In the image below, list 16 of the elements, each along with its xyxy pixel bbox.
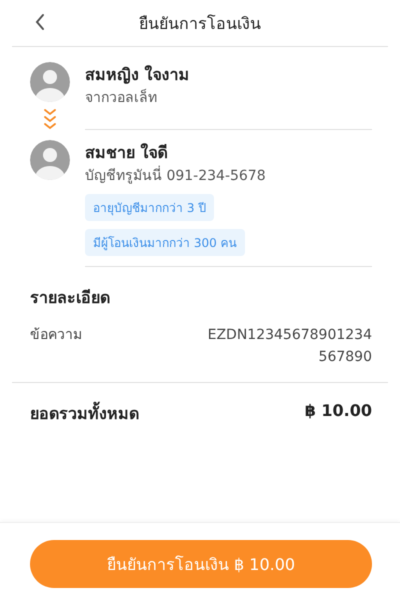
receiver-account: บัญชีทรูมันนี่ 091-234-5678	[85, 166, 266, 186]
screen-title: ยืนยันการโอนเงิน	[139, 12, 261, 34]
total-label: ยอดรวมทั้งหมด	[30, 401, 139, 426]
double-chevron-down-icon	[43, 108, 57, 130]
avatar-icon	[30, 140, 70, 180]
sender-source: จากวอลเล็ท	[85, 88, 157, 108]
info-tag: มีผู้โอนเงินมากกว่า 300 คน	[85, 229, 245, 256]
detail-label: ข้อความ	[30, 326, 82, 345]
detail-value: EZDN12345678901234567890	[206, 326, 372, 367]
info-tag: อายุบัญชีมากกว่า 3 ปี	[85, 194, 214, 221]
receiver-name: สมชาย ใจดี	[85, 142, 168, 164]
avatar-icon	[30, 62, 70, 102]
confirm-button[interactable]: ยืนยันการโอนเงิน ฿ 10.00	[30, 540, 372, 588]
sender-name: สมหญิง ใจงาม	[85, 64, 190, 86]
details-heading: รายละเอียด	[30, 287, 111, 309]
total-amount: ฿ 10.00	[304, 401, 372, 422]
